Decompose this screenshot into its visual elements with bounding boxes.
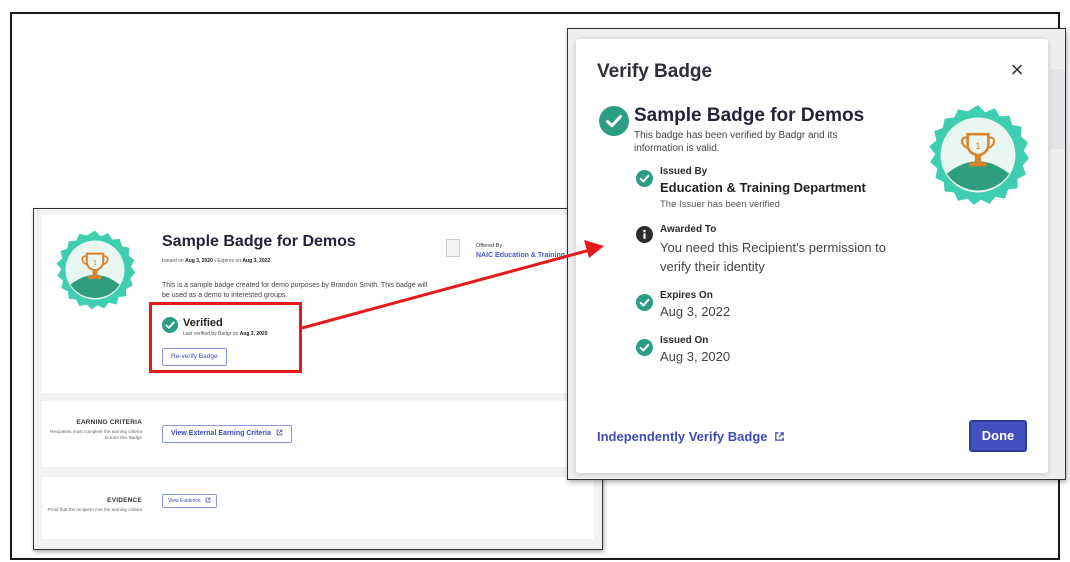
badge-summary-card: 1 Sample Badge for Demos Issued on Aug 3… bbox=[42, 215, 594, 393]
badge-description: This is a sample badge created for demo … bbox=[162, 282, 428, 299]
svg-text:1: 1 bbox=[975, 141, 980, 151]
issued-on-value: Aug 3, 2020 bbox=[660, 349, 731, 364]
earning-criteria-title: EARNING CRITERIA bbox=[76, 419, 142, 426]
awarded-to-label: Awarded To bbox=[660, 224, 717, 235]
check-circle-icon bbox=[636, 339, 653, 356]
evidence-desc: Proof that the recipient met the earning… bbox=[47, 507, 142, 512]
independently-verify-link[interactable]: Independently Verify Badge bbox=[597, 429, 785, 444]
view-evidence-button[interactable]: View Evidence bbox=[162, 494, 218, 508]
earning-criteria-section: EARNING CRITERIA Recipients must complet… bbox=[42, 401, 594, 467]
check-circle-icon bbox=[636, 170, 653, 187]
verify-modal-screenshot: Verify Badge × Sample Badge for Demos Th… bbox=[567, 28, 1066, 480]
badge-image: 1 bbox=[926, 103, 1030, 212]
awarded-to-value: You need this Recipient's permission to … bbox=[660, 240, 887, 274]
svg-text:1: 1 bbox=[93, 258, 97, 267]
info-icon bbox=[636, 226, 653, 243]
badge-title: Sample Badge for Demos bbox=[162, 233, 356, 250]
verify-badge-dialog: Verify Badge × Sample Badge for Demos Th… bbox=[576, 39, 1048, 473]
offered-by-label: Offered By bbox=[476, 243, 503, 249]
background-overlay bbox=[1050, 69, 1065, 149]
issued-on-label: Issued On bbox=[660, 335, 709, 346]
badge-dates: Issued on Aug 3, 2020 • Expires on Aug 3… bbox=[162, 258, 271, 264]
badge-image: 1 bbox=[54, 229, 136, 311]
dialog-title: Verify Badge bbox=[597, 61, 713, 82]
check-circle-icon bbox=[636, 294, 653, 311]
view-earning-criteria-button[interactable]: View External Earning Criteria bbox=[162, 425, 292, 443]
verified-highlight-box bbox=[149, 302, 302, 373]
evidence-title: EVIDENCE bbox=[107, 497, 142, 504]
earning-criteria-desc: Recipients must complete the earning cri… bbox=[50, 429, 142, 440]
evidence-section: EVIDENCE Proof that the recipient met th… bbox=[42, 477, 594, 539]
external-link-icon bbox=[775, 432, 784, 441]
external-link-icon bbox=[205, 497, 211, 503]
expires-on-value: Aug 3, 2022 bbox=[660, 304, 731, 319]
close-icon[interactable]: × bbox=[1006, 59, 1028, 81]
done-button[interactable]: Done bbox=[969, 420, 1027, 452]
issuer-logo bbox=[446, 239, 460, 257]
check-circle-icon bbox=[599, 106, 629, 136]
issued-by-value: Education & Training Department bbox=[660, 180, 866, 195]
expires-on-label: Expires On bbox=[660, 290, 713, 301]
badge-page-screenshot: 1 Sample Badge for Demos Issued on Aug 3… bbox=[33, 208, 603, 550]
verified-badge-name: Sample Badge for Demos bbox=[634, 105, 865, 126]
issuer-verified-note: The Issuer has been verified bbox=[660, 199, 780, 210]
issued-by-label: Issued By bbox=[660, 166, 708, 177]
external-link-icon bbox=[276, 429, 283, 436]
verified-message: This badge has been verified by Badgr an… bbox=[634, 130, 838, 154]
